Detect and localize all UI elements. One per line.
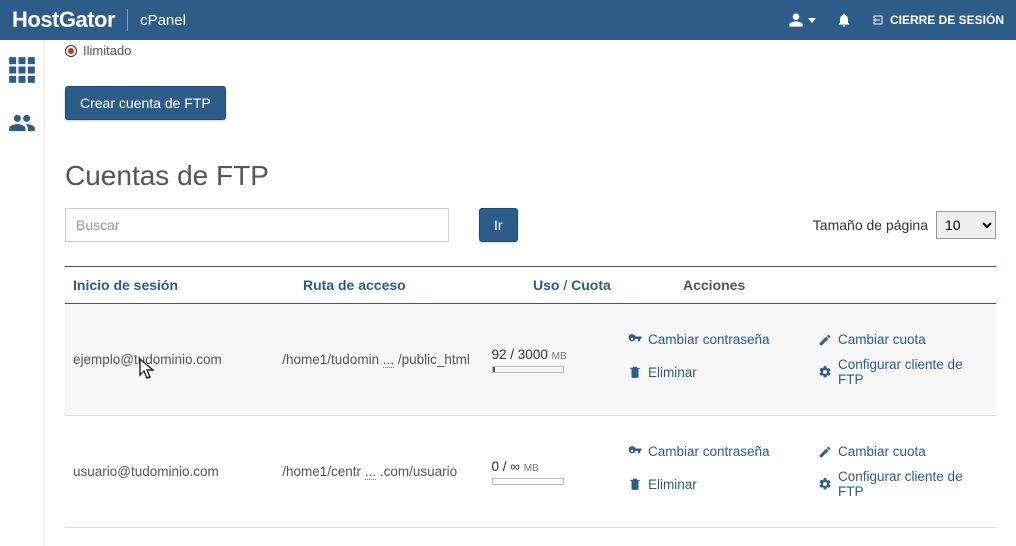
radio-label: Ilimitado	[83, 43, 131, 58]
key-icon	[628, 445, 642, 459]
column-header-usage-quota[interactable]: Uso / Cuota	[533, 277, 683, 293]
cell-usage: 92 / 3000 MB	[492, 347, 628, 373]
delete-link[interactable]: Eliminar	[628, 469, 798, 499]
product-name: cPanel	[140, 12, 186, 29]
logout-button[interactable]: CIERRE DE SESIÓN	[872, 13, 1004, 27]
grid-icon	[8, 56, 36, 84]
bell-icon	[836, 12, 852, 28]
section-title-ftp-accounts: Cuentas de FTP	[65, 160, 996, 192]
search-go-button[interactable]: Ir	[479, 208, 518, 242]
cell-path: /home1/centr ... .com/usuario	[282, 464, 491, 479]
cell-path: /home1/tudomin ... /public_html	[282, 352, 491, 367]
table-row: ejemplo@tudominio.com /home1/tudomin ...…	[65, 304, 996, 416]
pencil-icon	[818, 333, 832, 347]
user-menu[interactable]	[788, 12, 816, 28]
users-icon	[8, 109, 36, 137]
delete-link[interactable]: Eliminar	[628, 357, 798, 387]
change-quota-link[interactable]: Cambiar cuota	[818, 444, 988, 459]
cell-login: usuario@tudominio.com	[73, 464, 282, 479]
sidebar-item-grid[interactable]	[8, 56, 36, 89]
cell-login: ejemplo@tudominio.com	[73, 352, 282, 367]
column-header-actions: Acciones	[683, 277, 988, 293]
logout-label: CIERRE DE SESIÓN	[890, 13, 1004, 27]
configure-ftp-client-link[interactable]: Configurar cliente de FTP	[818, 357, 988, 387]
column-header-path[interactable]: Ruta de acceso	[303, 277, 533, 293]
key-icon	[628, 333, 642, 347]
user-icon	[788, 12, 804, 28]
trash-icon	[628, 365, 642, 379]
gear-icon	[818, 365, 832, 379]
change-password-link[interactable]: Cambiar contraseña	[628, 444, 798, 459]
logout-icon	[872, 14, 884, 26]
create-ftp-account-button[interactable]: Crear cuenta de FTP	[65, 86, 226, 120]
column-header-login[interactable]: Inicio de sesión	[73, 277, 303, 293]
search-input[interactable]	[65, 208, 449, 242]
radio-icon	[65, 45, 77, 57]
pencil-icon	[818, 445, 832, 459]
brand-logo[interactable]: HostGator	[12, 7, 115, 33]
quota-unlimited-radio[interactable]: Ilimitado	[65, 43, 996, 58]
table-row: usuario@tudominio.com /home1/centr ... .…	[65, 416, 996, 528]
sidebar-item-users[interactable]	[8, 109, 36, 142]
configure-ftp-client-link[interactable]: Configurar cliente de FTP	[818, 469, 988, 499]
header-divider	[127, 9, 128, 31]
ftp-accounts-table: Inicio de sesión Ruta de acceso Uso / Cu…	[65, 266, 996, 528]
chevron-down-icon	[808, 18, 816, 23]
gear-icon	[818, 477, 832, 491]
trash-icon	[628, 477, 642, 491]
change-quota-link[interactable]: Cambiar cuota	[818, 332, 988, 347]
notifications-button[interactable]	[836, 12, 852, 28]
page-size-select[interactable]: 10	[936, 211, 996, 239]
page-size-label: Tamaño de página	[813, 217, 928, 233]
change-password-link[interactable]: Cambiar contraseña	[628, 332, 798, 347]
cell-usage: 0 / ∞ MB	[492, 459, 628, 485]
